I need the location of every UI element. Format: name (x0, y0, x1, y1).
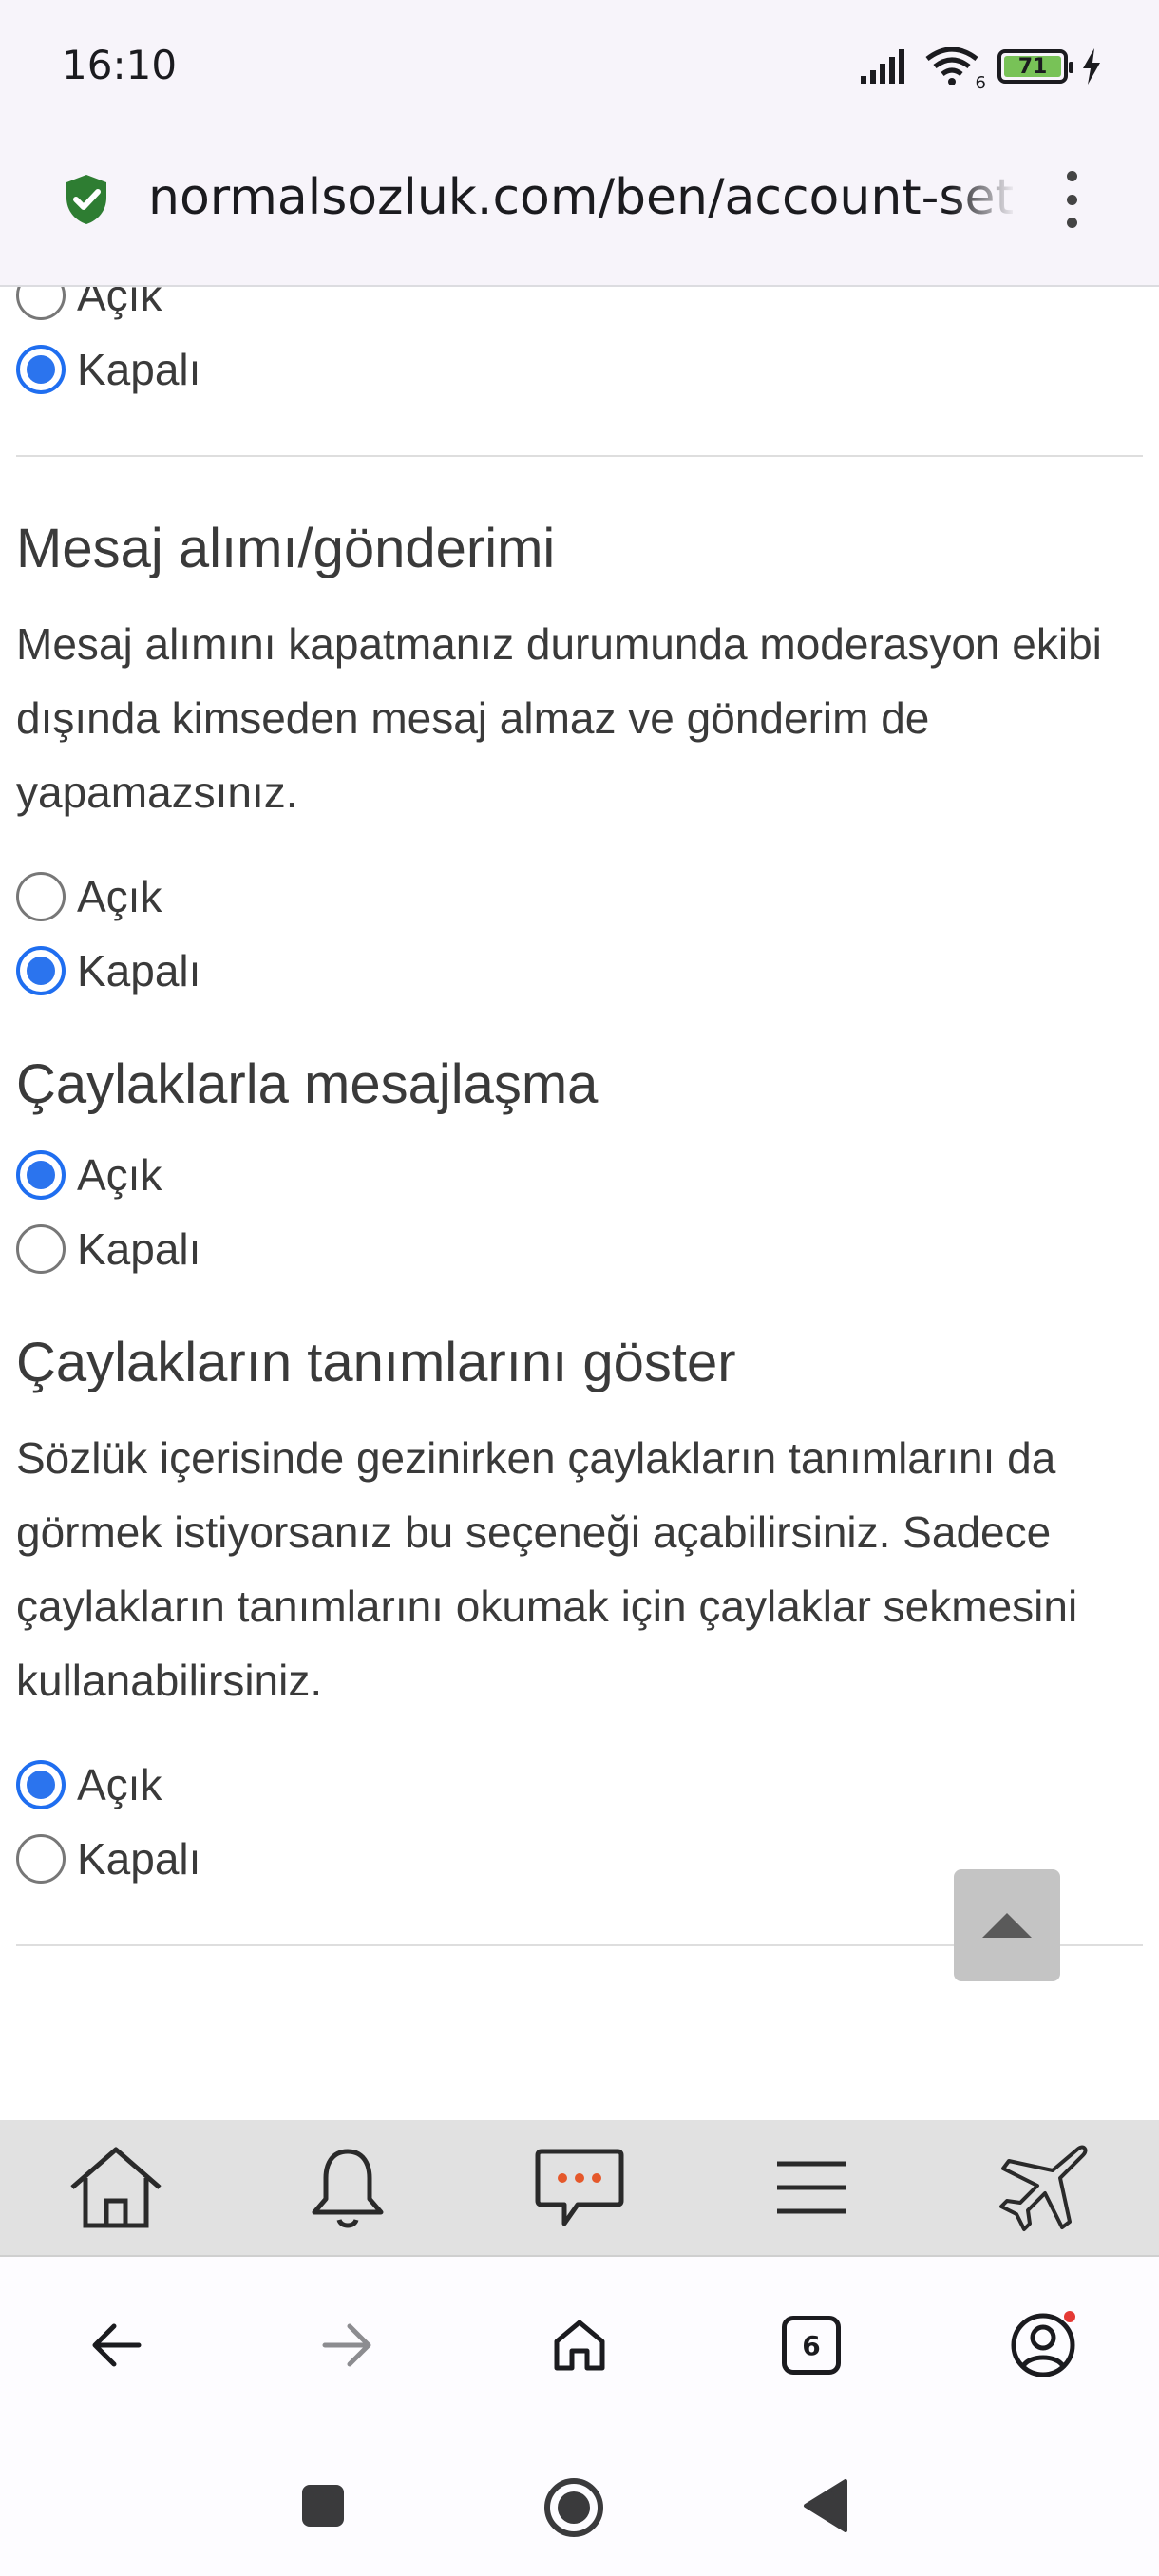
scroll-to-top-button[interactable] (954, 1869, 1060, 1981)
settings-content: Açık Kapalı Mesaj alımı/gönderimi Mesaj … (0, 287, 1159, 2120)
profile-button[interactable] (927, 2257, 1159, 2434)
nav-home[interactable] (0, 2120, 232, 2255)
tabs-button[interactable]: 6 (695, 2257, 927, 2434)
system-nav-bar (0, 2434, 1159, 2576)
radio-button[interactable] (16, 1150, 66, 1201)
radio-label: Açık (77, 1759, 162, 1809)
bell-icon (312, 2149, 384, 2228)
radio-label: Kapalı (77, 1224, 201, 1275)
radio-button[interactable] (16, 1833, 66, 1884)
wifi-icon: 6 (925, 46, 986, 93)
forward-button[interactable] (232, 2257, 464, 2434)
arrow-left-icon (92, 2323, 142, 2367)
radio-label: Açık (77, 287, 162, 320)
nav-menu[interactable] (695, 2120, 927, 2255)
home-circle-icon[interactable] (543, 2477, 604, 2538)
radio-label: Açık (77, 1150, 162, 1201)
radio-option[interactable]: Kapalı (16, 332, 1143, 407)
charging-icon (1083, 48, 1100, 85)
radio-label: Kapalı (77, 945, 201, 995)
url-fade (950, 161, 1016, 237)
url-text[interactable]: normalsozluk.com/ben/account-settings (148, 169, 1013, 226)
radio-option[interactable]: Kapalı (16, 934, 1143, 1008)
radio-option[interactable]: Kapalı (16, 1212, 1143, 1286)
status-icons: 6 71 (859, 46, 1102, 93)
tab-count-icon: 6 (782, 2316, 841, 2375)
radio-button[interactable] (16, 945, 66, 995)
home-button[interactable] (464, 2257, 695, 2434)
radio-label: Kapalı (77, 345, 201, 394)
back-button[interactable] (0, 2257, 232, 2434)
system-back-icon[interactable] (802, 2477, 849, 2534)
section-description: Sözlük içerisinde gezinirken çaylakların… (16, 1432, 1078, 1705)
radio-option[interactable]: Açık (16, 1138, 1143, 1212)
divider (16, 455, 1143, 457)
account-icon (1011, 2311, 1075, 2377)
messages-icon (535, 2149, 624, 2226)
prev-options: Açık Kapalı (16, 287, 1143, 407)
radio-option[interactable]: Açık (16, 860, 1143, 934)
radio-label: Açık (77, 871, 162, 921)
section-title: Mesaj alımı/gönderimi (16, 518, 556, 579)
radio-label: Kapalı (77, 1833, 201, 1884)
radio-option[interactable]: Açık (16, 287, 1143, 332)
wifi-standard: 6 (975, 73, 986, 93)
status-bar: 16:10 6 71 (0, 0, 1159, 139)
radio-button[interactable] (16, 1224, 66, 1275)
browser-toolbar: 6 (0, 2257, 1159, 2434)
nav-messages[interactable] (464, 2120, 695, 2255)
airplane-icon (999, 2145, 1088, 2231)
arrow-right-icon (322, 2323, 371, 2367)
battery-icon: 71 (998, 49, 1074, 84)
home-icon (554, 2320, 605, 2371)
radio-button[interactable] (16, 871, 66, 921)
radio-option[interactable]: Açık (16, 1748, 1143, 1822)
home-icon (70, 2147, 162, 2228)
caret-up-icon (982, 1913, 1032, 1938)
status-time: 16:10 (62, 42, 178, 88)
signal-icon (861, 49, 904, 84)
nav-travel[interactable] (927, 2120, 1159, 2255)
radio-button[interactable] (16, 345, 66, 394)
radio-button[interactable] (16, 287, 66, 320)
more-options-icon[interactable] (1054, 171, 1089, 228)
recent-apps-icon[interactable] (300, 2483, 346, 2529)
battery-level: 71 (1017, 54, 1048, 79)
site-bottom-nav (0, 2120, 1159, 2257)
radio-button[interactable] (16, 1759, 66, 1809)
menu-icon (777, 2161, 846, 2214)
nav-notifications[interactable] (232, 2120, 464, 2255)
section-description: Mesaj alımını kapatmanız durumunda moder… (16, 618, 1102, 817)
shield-icon[interactable] (63, 173, 110, 226)
section-title: Çaylakların tanımlarını göster (16, 1332, 736, 1394)
section-title: Çaylaklarla mesajlaşma (16, 1052, 598, 1115)
